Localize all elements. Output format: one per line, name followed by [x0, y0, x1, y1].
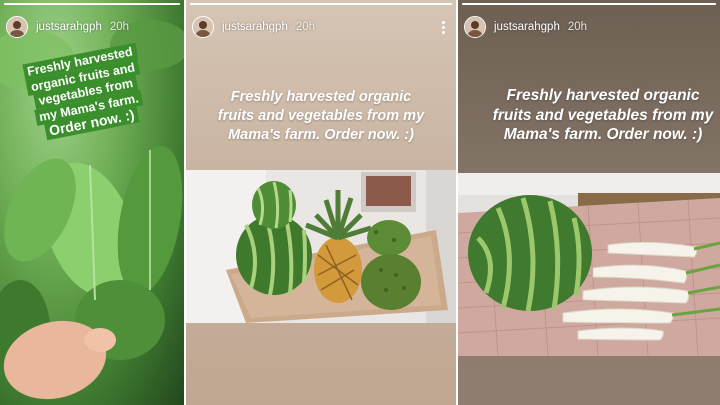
story-progress-bar [462, 3, 716, 5]
fruits-photo [186, 170, 456, 323]
story-header: justsarahgph 20h [6, 13, 178, 41]
story-panel-2[interactable]: justsarahgph 20h Freshly harvested organ… [186, 0, 456, 405]
story-2-photo [186, 170, 456, 323]
username[interactable]: justsarahgph [222, 21, 288, 33]
story-header: justsarahgph 20h [464, 13, 714, 41]
avatar[interactable] [6, 16, 28, 38]
timestamp: 20h [109, 21, 130, 33]
caption-line: Freshly harvested organic [506, 87, 700, 104]
story-progress-bar [190, 3, 452, 5]
story-panel-1[interactable]: justsarahgph 20h Freshly harvested organ… [0, 0, 184, 405]
caption-line: fruits and vegetables from my [217, 108, 425, 124]
story-3-photo [458, 173, 720, 357]
caption-line: Mama's farm. Order now. :) [503, 126, 703, 143]
story-caption: Freshly harvested organic fruits and veg… [200, 88, 442, 145]
avatar[interactable] [464, 16, 486, 38]
story-panel-3[interactable]: justsarahgph 20h Freshly harvested organ… [458, 0, 720, 405]
story-progress-bar [4, 3, 180, 5]
username[interactable]: justsarahgph [494, 21, 560, 33]
timestamp: 20h [295, 21, 316, 33]
caption-line: Freshly harvested organic [230, 89, 412, 105]
caption-line: fruits and vegetables from my [492, 106, 714, 124]
avatar[interactable] [192, 16, 214, 38]
story-caption: Freshly harvested organic fruits and veg… [468, 86, 720, 145]
watermelon-radish-photo [458, 173, 720, 357]
more-vertical-icon[interactable] [436, 19, 450, 35]
timestamp: 20h [567, 21, 588, 33]
story-header: justsarahgph 20h [192, 13, 450, 41]
username[interactable]: justsarahgph [36, 21, 102, 33]
caption-line: Mama's farm. Order now. :) [228, 127, 414, 143]
